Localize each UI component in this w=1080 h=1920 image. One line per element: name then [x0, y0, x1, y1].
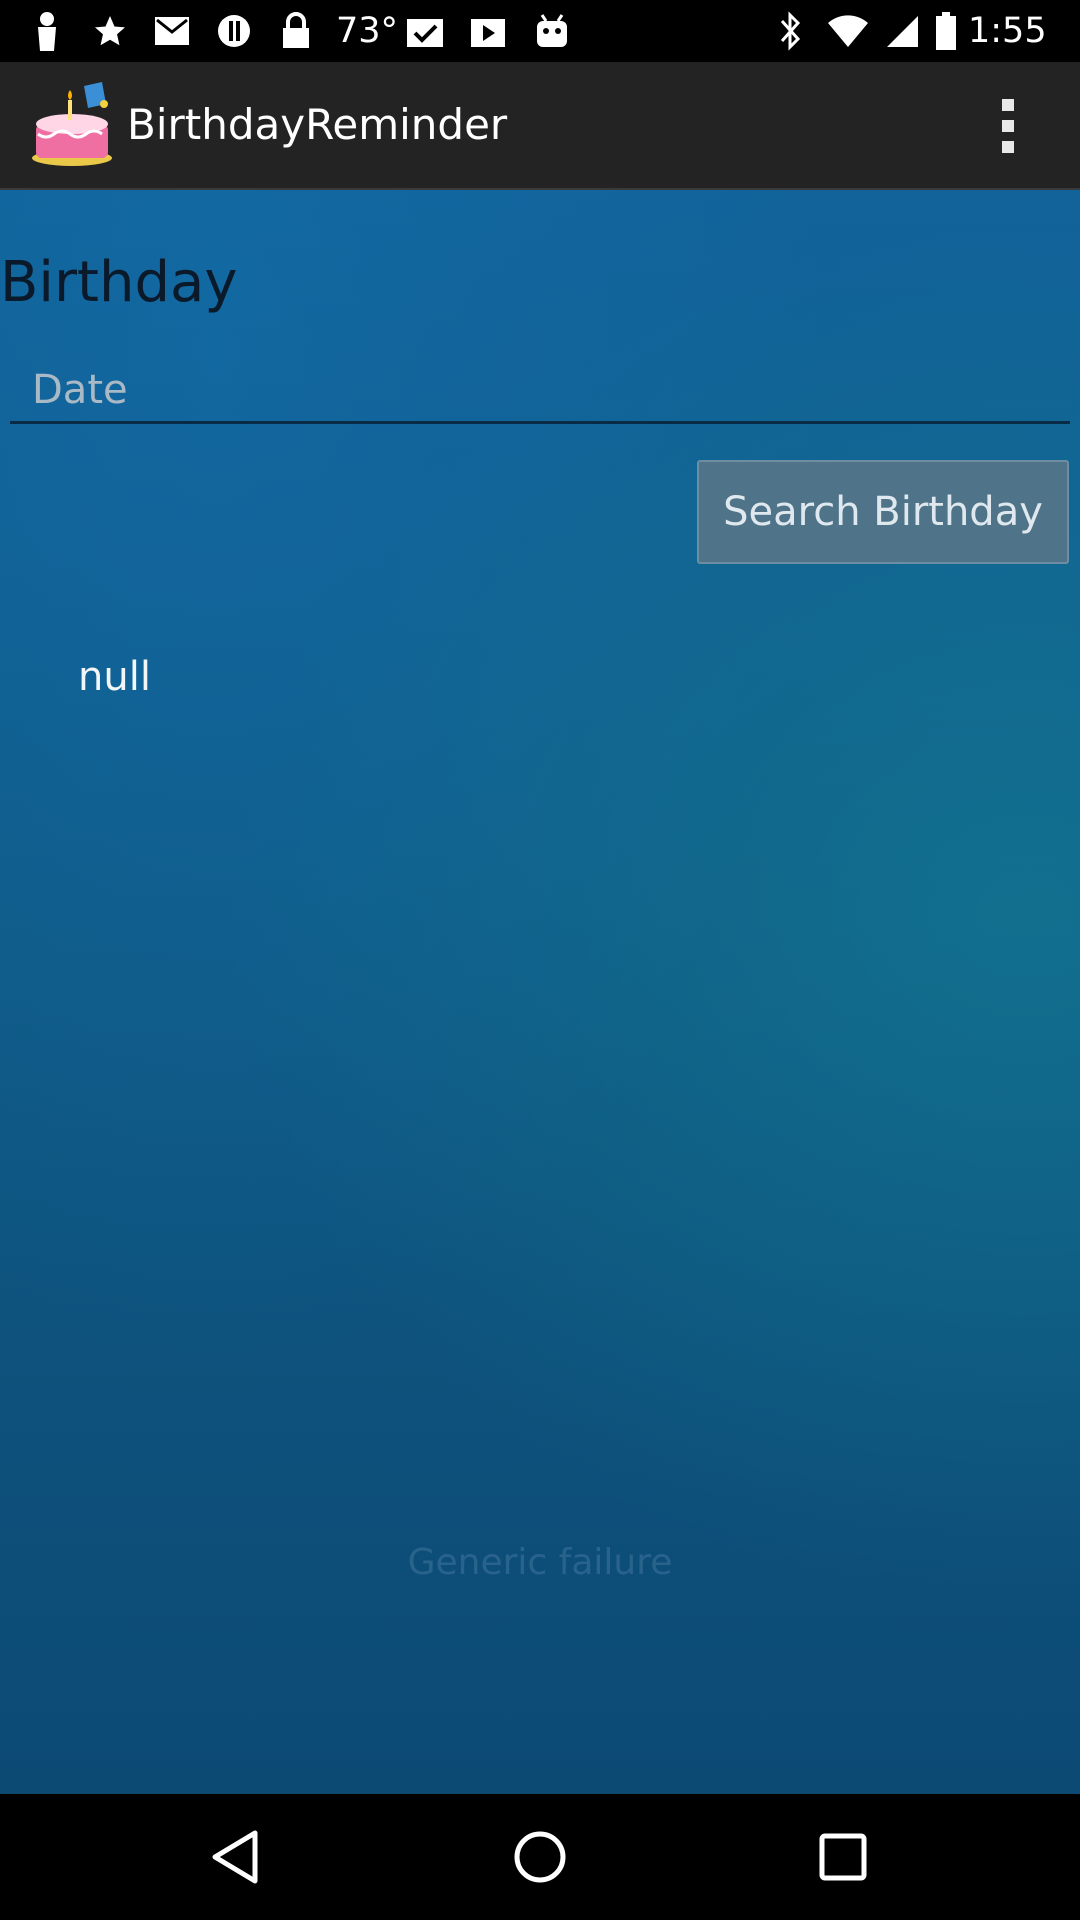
- home-icon[interactable]: [505, 1822, 575, 1892]
- clock-text: 1:55: [968, 11, 1047, 51]
- overflow-menu-icon[interactable]: [985, 94, 1031, 158]
- main-content: Birthday Search Birthday null Generic fa…: [0, 190, 1080, 1794]
- temperature-text: 73°: [336, 11, 399, 51]
- signal-icon: [884, 10, 920, 52]
- date-field[interactable]: [10, 358, 1070, 424]
- person-icon: [30, 10, 64, 52]
- clipboard-check-icon: [404, 10, 446, 52]
- mail-icon: [152, 10, 192, 52]
- search-birthday-button[interactable]: Search Birthday: [697, 460, 1069, 564]
- android-icon: [532, 10, 572, 52]
- battery-icon: [934, 10, 958, 52]
- play-store-icon: [468, 10, 508, 52]
- toast-message: Generic failure: [407, 1542, 673, 1583]
- star-icon: [90, 10, 130, 52]
- back-icon[interactable]: [200, 1822, 270, 1892]
- bluetooth-icon: [776, 10, 806, 52]
- lock-icon: [278, 10, 314, 52]
- result-text: null: [78, 654, 151, 700]
- birthday-cake-icon[interactable]: [30, 80, 120, 170]
- recents-icon[interactable]: [808, 1822, 878, 1892]
- info-icon: [214, 10, 254, 52]
- status-bar: 73° 1:55: [0, 0, 1080, 62]
- action-bar: BirthdayReminder: [0, 62, 1080, 190]
- birthday-heading: Birthday: [0, 250, 238, 315]
- wifi-icon: [826, 10, 870, 52]
- navigation-bar: [0, 1794, 1080, 1920]
- app-title: BirthdayReminder: [127, 100, 508, 149]
